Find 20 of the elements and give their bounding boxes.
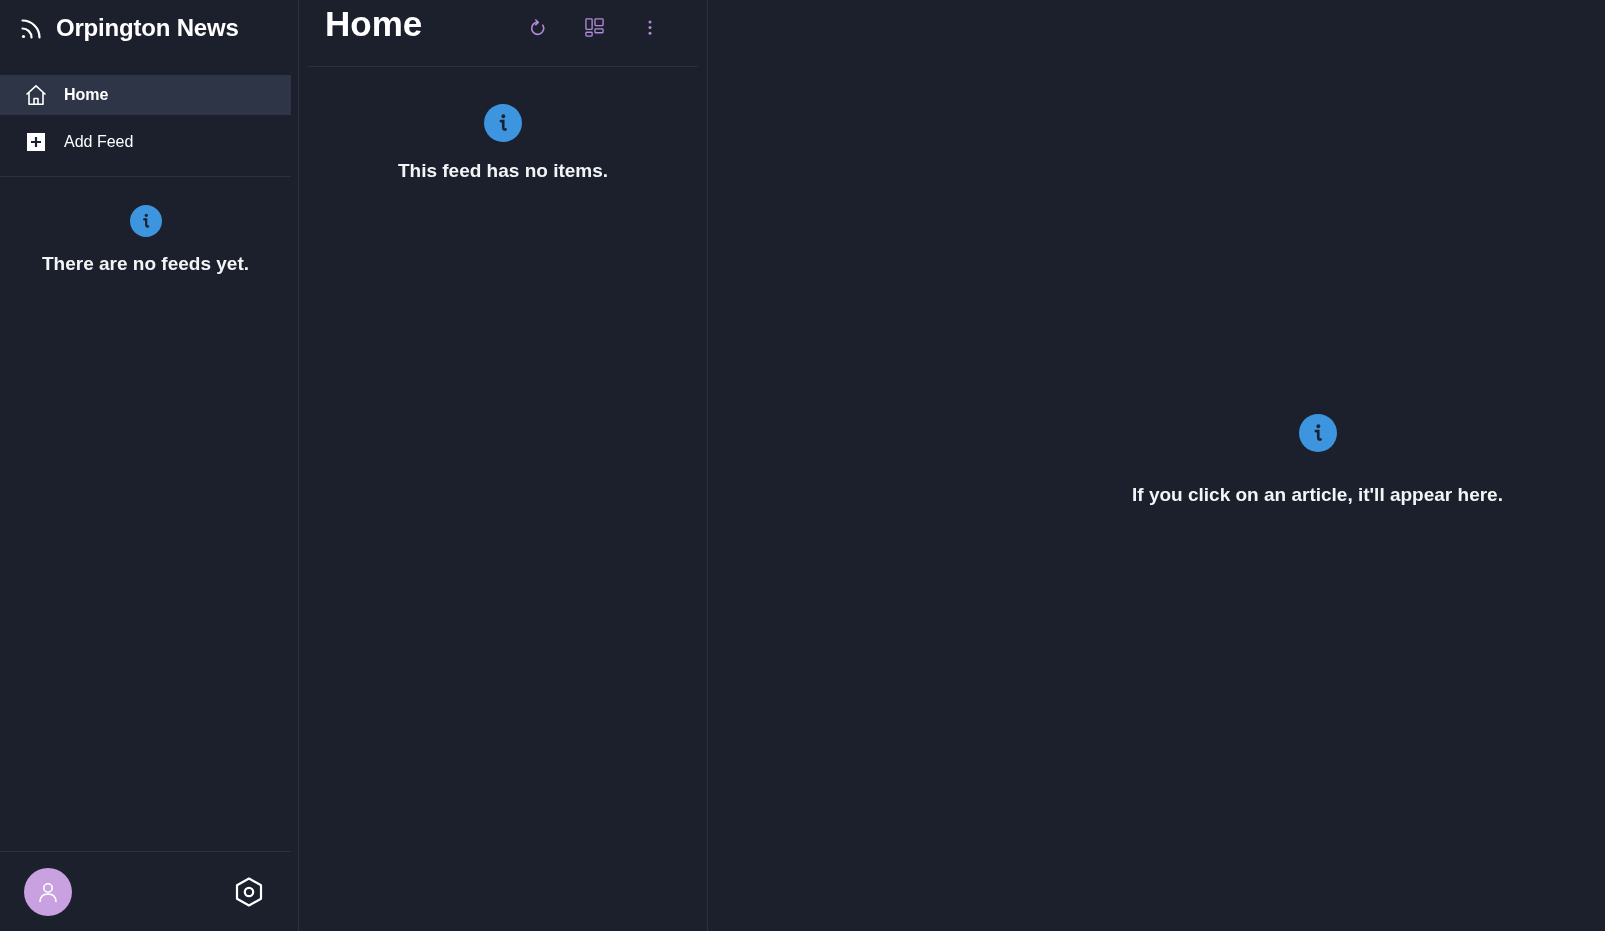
empty-message: This feed has no items. (397, 160, 609, 182)
empty-message: There are no feeds yet. (42, 253, 249, 275)
feed-title: Home (325, 4, 423, 44)
info-icon (129, 205, 162, 237)
avatar-button[interactable] (24, 867, 72, 916)
kebab-menu-icon (648, 19, 652, 35)
settings-icon (235, 876, 263, 907)
plus-square-icon (27, 133, 45, 151)
nav-item[interactable]: Home (0, 75, 291, 115)
settings-button[interactable] (235, 876, 263, 907)
layout-button[interactable] (582, 15, 606, 39)
person-icon (38, 881, 58, 902)
nav-item[interactable]: Add Feed (0, 122, 291, 162)
house-icon (25, 84, 47, 106)
layout-icon (584, 17, 604, 37)
refresh-icon (530, 18, 546, 36)
info-icon (1298, 414, 1337, 452)
info-icon (484, 104, 522, 142)
empty-message: If you click on an article, it'll appear here. (1132, 484, 1503, 506)
app-title: Orpington News (56, 13, 239, 42)
